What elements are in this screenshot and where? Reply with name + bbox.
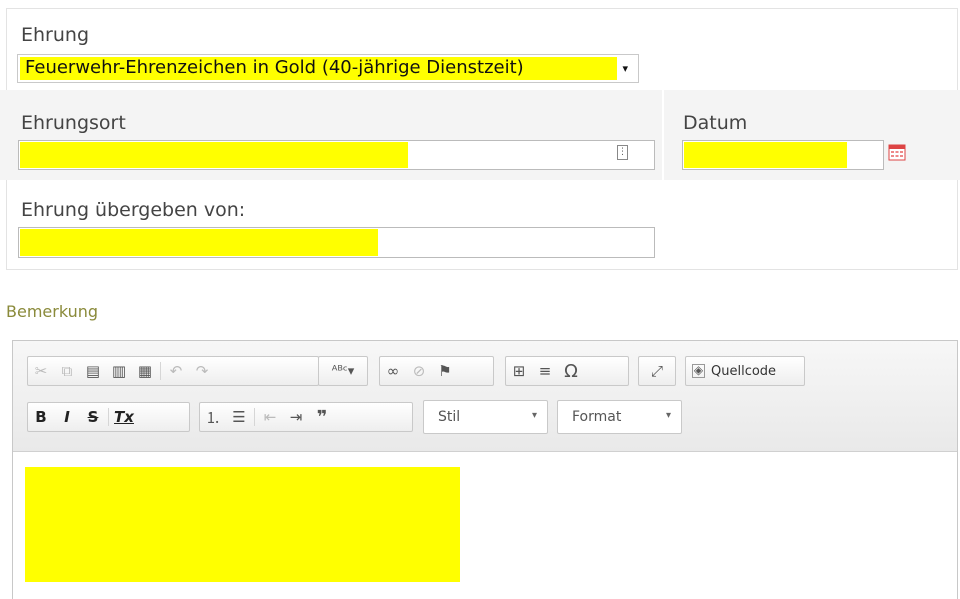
undo-icon[interactable]: ↶ (163, 358, 189, 384)
source-icon: ◈ (692, 363, 705, 378)
horizontal-line-icon[interactable]: ≡ (532, 358, 558, 384)
anchor-icon[interactable]: ⚑ (432, 358, 458, 384)
italic-button[interactable]: I (54, 404, 80, 430)
paste-icon[interactable]: ▤ (80, 358, 106, 384)
maximize-group: ⤢ (638, 356, 676, 386)
ehrungsort-highlight (20, 142, 408, 168)
strike-button[interactable]: S (80, 404, 106, 430)
calendar-icon[interactable] (888, 143, 906, 161)
bulleted-list-icon[interactable]: ☰ (226, 404, 252, 430)
ehrung-select-value: Feuerwehr-Ehrenzeichen in Gold (40-jähri… (25, 57, 524, 78)
source-button[interactable]: ◈ Quellcode (685, 356, 805, 386)
uebergeben-highlight (20, 229, 378, 256)
clipboard-history-group: ✂ ⧉ ▤ ▥ ▦ ↶ ↷ (27, 356, 319, 386)
table-icon[interactable]: ⊞ (506, 358, 532, 384)
bemerkung-label: Bemerkung (6, 302, 99, 321)
copy-icon[interactable]: ⧉ (54, 358, 80, 384)
dropdown-arrow-icon[interactable]: ▾ (622, 62, 628, 75)
toolbar-separator (254, 408, 255, 426)
lists-group: ⒈ ☰ ⇤ ⇥ ❞ (199, 402, 413, 432)
spellcheck-icon[interactable]: ᴬᴮᶜ▾ (319, 358, 367, 384)
format-dropdown[interactable]: Format ▾ (557, 400, 682, 434)
ehrungsort-input[interactable]: ⋮ (18, 140, 655, 170)
ehrungsort-label: Ehrungsort (21, 112, 126, 134)
link-icon[interactable]: ∞ (380, 358, 406, 384)
blockquote-icon[interactable]: ❞ (309, 404, 335, 430)
editor-content-highlight[interactable] (25, 467, 460, 582)
remove-format-button[interactable]: Tx (111, 404, 137, 430)
chevron-down-icon: ▾ (531, 410, 537, 421)
unlink-icon[interactable]: ⊘ (406, 358, 432, 384)
spellcheck-group: ᴬᴮᶜ▾ (318, 356, 368, 386)
redo-icon[interactable]: ↷ (189, 358, 215, 384)
outdent-icon[interactable]: ⇤ (257, 404, 283, 430)
lookup-icon[interactable]: ⋮ (617, 145, 628, 160)
paste-word-icon[interactable]: ▦ (132, 358, 158, 384)
toolbar-separator (160, 362, 161, 380)
bemerkung-editor: ✂ ⧉ ▤ ▥ ▦ ↶ ↷ ᴬᴮᶜ▾ ∞ ⊘ ⚑ ⊞ ≡ Ω ⤢ ◈ Quell… (12, 340, 958, 599)
basic-styles-group: B I S Tx (27, 402, 190, 432)
toolbar-separator (108, 408, 109, 426)
format-label: Format (572, 409, 622, 425)
bold-button[interactable]: B (28, 404, 54, 430)
stil-dropdown[interactable]: Stil ▾ (423, 400, 548, 434)
indent-icon[interactable]: ⇥ (283, 404, 309, 430)
chevron-down-icon: ▾ (665, 410, 671, 421)
stil-label: Stil (438, 409, 461, 425)
datum-input[interactable] (682, 140, 884, 170)
editor-toolbar: ✂ ⧉ ▤ ▥ ▦ ↶ ↷ ᴬᴮᶜ▾ ∞ ⊘ ⚑ ⊞ ≡ Ω ⤢ ◈ Quell… (13, 341, 957, 452)
datum-highlight (684, 142, 847, 168)
datum-label: Datum (683, 112, 748, 134)
uebergeben-input[interactable] (18, 227, 655, 258)
ehrung-label: Ehrung (21, 24, 90, 46)
numbered-list-icon[interactable]: ⒈ (200, 404, 226, 430)
maximize-icon[interactable]: ⤢ (639, 358, 675, 384)
insert-group: ⊞ ≡ Ω (505, 356, 629, 386)
links-group: ∞ ⊘ ⚑ (379, 356, 494, 386)
paste-text-icon[interactable]: ▥ (106, 358, 132, 384)
uebergeben-label: Ehrung übergeben von: (21, 199, 246, 221)
special-char-icon[interactable]: Ω (558, 358, 584, 384)
cut-icon[interactable]: ✂ (28, 358, 54, 384)
source-label: Quellcode (711, 363, 777, 379)
ehrung-select[interactable]: Feuerwehr-Ehrenzeichen in Gold (40-jähri… (17, 54, 639, 83)
